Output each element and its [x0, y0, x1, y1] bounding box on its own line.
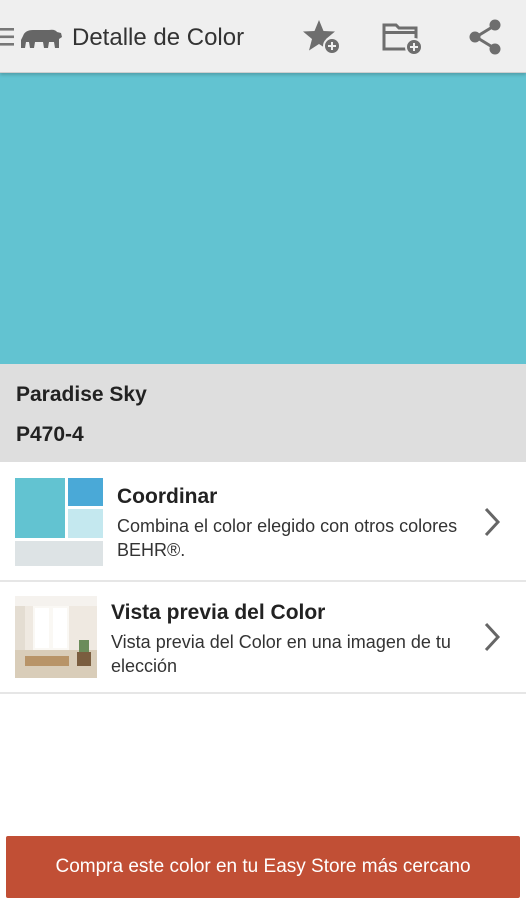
- room-preview-thumbnail: [15, 596, 97, 678]
- color-code: P470-4: [16, 423, 84, 446]
- add-to-folder-icon[interactable]: [382, 17, 422, 57]
- chevron-right-icon: [484, 507, 501, 537]
- color-name: Paradise Sky: [16, 383, 147, 406]
- add-favorite-star-icon[interactable]: [302, 17, 342, 57]
- color-preview-option[interactable]: Vista previa del Color Vista previa del …: [0, 582, 526, 694]
- coordinate-description: Combina el color elegido con otros color…: [117, 516, 458, 560]
- color-swatch: [0, 73, 526, 364]
- menu-icon[interactable]: [0, 26, 14, 48]
- app-bar: Detalle de Color: [0, 0, 526, 73]
- bear-logo-icon[interactable]: [19, 24, 63, 52]
- coordinate-option[interactable]: Coordinar Combina el color elegido con o…: [0, 463, 526, 582]
- coordinate-palette-icon: [15, 478, 103, 566]
- color-preview-description: Vista previa del Color en una imagen de …: [111, 632, 451, 676]
- color-preview-title: Vista previa del Color: [111, 601, 326, 624]
- coordinate-title: Coordinar: [117, 485, 218, 508]
- chevron-right-icon: [484, 622, 501, 652]
- buy-color-button[interactable]: Compra este color en tu Easy Store más c…: [6, 836, 520, 898]
- page-title: Detalle de Color: [72, 24, 245, 51]
- share-icon[interactable]: [466, 17, 506, 57]
